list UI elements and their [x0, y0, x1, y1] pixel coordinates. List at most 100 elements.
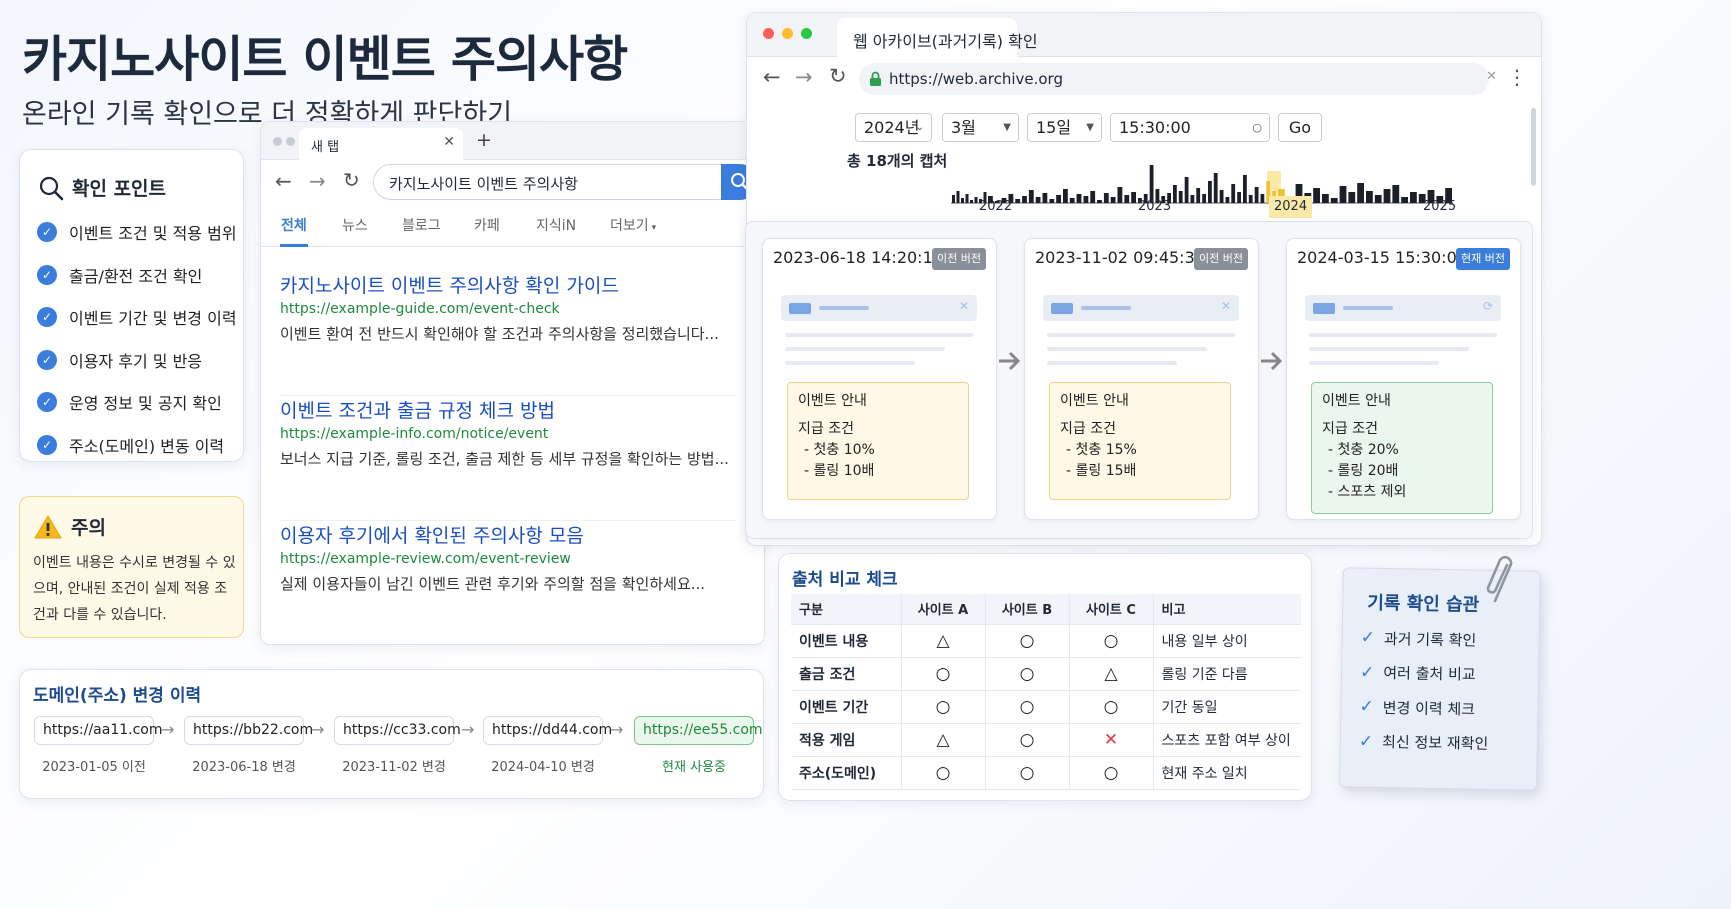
scrollbar[interactable] [1531, 108, 1536, 186]
preview-line [1309, 347, 1469, 351]
row-label: 이벤트 기간 [791, 690, 901, 724]
status-mark: ○ [1068, 690, 1153, 724]
version-badge: 현재 버전 [1456, 248, 1510, 270]
habit-label: 여러 출처 비교 [1383, 664, 1476, 684]
close-tab-icon[interactable]: ✕ [443, 134, 455, 150]
maximize-dot[interactable] [801, 28, 812, 39]
more-menu-icon[interactable]: ⋮ [1507, 65, 1527, 89]
page-preview-header: ✕ [1043, 295, 1239, 321]
event-info-box: 이벤트 안내 지급 조건 - 첫충 20% - 롤링 20배 - 스포츠 제외 [1311, 382, 1493, 514]
search-input[interactable]: 카지노사이트 이벤트 주의사항 [389, 173, 578, 194]
year-select-value: 2024년 [864, 118, 920, 137]
check-point-item: ✓ 이벤트 기간 및 변경 이력 [37, 296, 242, 339]
habit-item: ✓ 여러 출처 비교 [1360, 655, 1536, 693]
tab-label: 새 탭 [311, 140, 340, 155]
back-icon[interactable]: ← [275, 169, 292, 193]
domain-chip[interactable]: https://aa11.com [34, 716, 163, 745]
result-url[interactable]: https://example-guide.com/event-check [280, 301, 735, 317]
check-point-label: 주소(도메인) 변동 이력 [69, 436, 225, 456]
status-mark: ○ [1068, 756, 1153, 790]
search-box[interactable]: 카지노사이트 이벤트 주의사항 [373, 164, 758, 200]
check-point-label: 이벤트 기간 및 변경 이력 [69, 309, 237, 329]
search-tab[interactable]: 더보기 ▾ [609, 215, 657, 247]
go-button[interactable]: Go [1278, 113, 1322, 142]
check-point-item: ✓ 운영 정보 및 공지 확인 [37, 381, 242, 424]
search-tab[interactable]: 카페 [473, 215, 501, 247]
address-url[interactable]: https://web.archive.org [889, 70, 1063, 88]
table-header-cell: 구분 [791, 594, 901, 625]
result-title-link[interactable]: 이벤트 조건과 출금 규정 체크 방법 [280, 396, 735, 423]
search-tab[interactable]: 지식iN [535, 215, 577, 247]
condition-title: 지급 조건 [798, 421, 854, 437]
domain-url: https://dd44.com [492, 722, 613, 738]
address-bar[interactable]: https://web.archive.org ✕ [859, 63, 1497, 95]
check-icon: ✓ [1358, 731, 1374, 752]
search-tab-label: 뉴스 [342, 218, 368, 234]
status-mark: ○ [984, 690, 1069, 724]
snapshot-card[interactable]: 2023-06-18 14:20:11 이전 버전 ✕ 이벤트 안내 지급 조건 - 첫충… [762, 238, 997, 520]
timeline-year-label[interactable]: 2024 [1269, 196, 1313, 218]
search-tab[interactable]: 전체 [280, 215, 308, 247]
check-circle-icon: ✓ [37, 264, 57, 285]
domain-url: https://ee55.com [643, 722, 763, 738]
window-controls [763, 28, 812, 39]
version-badge: 이전 버전 [932, 248, 986, 270]
timeline-year-label[interactable]: 2023 [1133, 196, 1176, 218]
result-url[interactable]: https://example-info.com/notice/event [280, 426, 735, 442]
check-circle-icon: ✓ [37, 307, 57, 328]
row-label: 적용 게임 [791, 723, 901, 757]
domain-url: https://bb22.com [193, 722, 314, 738]
table-header-cell: 사이트 A [900, 594, 985, 625]
month-select[interactable]: 3월 ▼ [942, 113, 1019, 142]
warning-icon [34, 515, 62, 539]
arrow-right-icon: → [461, 720, 475, 739]
domain-date: 2024-04-10 변경 [491, 760, 595, 775]
result-url[interactable]: https://example-review.com/event-review [280, 551, 735, 567]
check-point-label: 운영 정보 및 공지 확인 [69, 394, 222, 414]
domain-chip[interactable]: https://ee55.com [634, 716, 763, 745]
refresh-icon: ⟳ [1482, 299, 1493, 313]
row-note: 스포츠 포함 여부 상이 [1152, 723, 1301, 757]
preview-line [785, 361, 915, 365]
arrow-right-icon [999, 351, 1021, 371]
clear-url-icon[interactable]: ✕ [1486, 69, 1497, 84]
domain-chip[interactable]: https://bb22.com [184, 716, 313, 745]
back-icon[interactable]: ← [763, 65, 781, 89]
check-icon: ✓ [1360, 627, 1376, 649]
search-tab[interactable]: 뉴스 [341, 215, 369, 247]
domain-chip[interactable]: https://cc33.com [334, 716, 461, 745]
check-point-item: ✓ 이용자 후기 및 반응 [37, 339, 242, 382]
arrow-right-icon [1261, 351, 1283, 371]
forward-icon[interactable]: → [309, 169, 326, 193]
time-input[interactable]: 15:30:00 ○ [1110, 113, 1270, 142]
archive-tab[interactable]: 웹 아카이브(과거기록) 확인 [837, 18, 1038, 57]
browser-tab[interactable]: 새 탭 ✕ [299, 128, 463, 160]
search-icon [39, 176, 64, 200]
forward-icon[interactable]: → [795, 65, 813, 89]
domain-chip[interactable]: https://dd44.com [483, 716, 612, 745]
habit-item: ✓ 변경 이력 체크 [1359, 690, 1535, 728]
condition-title: 지급 조건 [1060, 421, 1116, 437]
result-title-link[interactable]: 카지노사이트 이벤트 주의사항 확인 가이드 [280, 271, 735, 298]
caution-card: 주의 이벤트 내용은 수시로 변경될 수 있으며, 안내된 조건이 실제 적용 … [19, 496, 244, 638]
timeline-year-label[interactable]: 2025 [1418, 196, 1461, 218]
status-mark: ○ [900, 657, 985, 691]
day-select[interactable]: 15일 ▼ [1027, 113, 1102, 142]
close-dot[interactable] [763, 28, 774, 39]
result-title-link[interactable]: 이용자 후기에서 확인된 주의사항 모음 [280, 521, 735, 548]
snapshot-card[interactable]: 2023-11-02 09:45:33 이전 버전 ✕ 이벤트 안내 지급 조건 - 첫충… [1024, 238, 1259, 520]
table-row: 적용 게임 △ ○ ✕ 스포츠 포함 여부 상이 [791, 723, 1301, 757]
reload-icon[interactable]: ↻ [829, 64, 847, 88]
source-compare-table: 구분 사이트 A 사이트 B 사이트 C 비고 이벤트 내용 △ ○ ○ 내용 일부 상이 출금 조… [791, 594, 1301, 790]
reload-icon[interactable]: ↻ [343, 168, 360, 192]
search-result: 이벤트 조건과 출금 규정 체크 방법 https://example-info.… [280, 396, 735, 521]
search-nav-tabs: 전체 뉴스 블로그 카페 지식iN 더보기 ▾ [261, 215, 766, 247]
check-icon: ✓ [1359, 662, 1375, 683]
search-tab[interactable]: 블로그 [401, 215, 442, 247]
year-select[interactable]: 2024년 ⌄ [855, 113, 932, 142]
timeline-year-label[interactable]: 2022 [974, 196, 1017, 218]
minimize-dot[interactable] [782, 28, 793, 39]
snapshot-card[interactable]: 2024-03-15 15:30:00 현재 버전 ⟳ 이벤트 안내 지급 조건 - 첫충… [1286, 238, 1521, 520]
new-tab-icon[interactable]: + [476, 129, 492, 151]
habit-label: 변경 이력 체크 [1382, 698, 1476, 719]
